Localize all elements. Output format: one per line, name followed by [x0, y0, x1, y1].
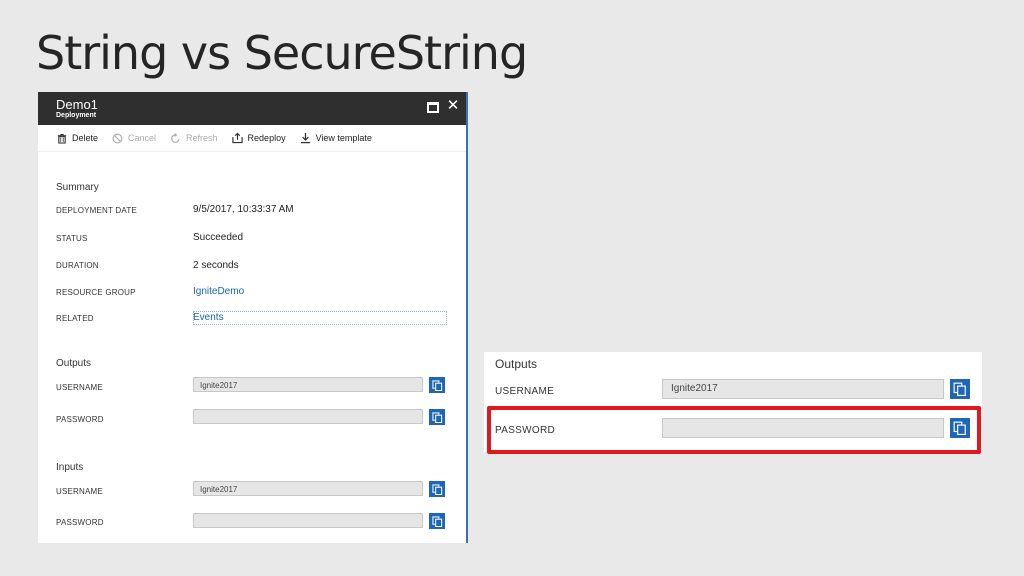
- cancel-icon: [112, 133, 123, 144]
- maximize-icon[interactable]: [427, 102, 439, 113]
- blade-header: Demo1 Deployment ✕: [38, 92, 466, 125]
- copy-icon: [431, 411, 442, 423]
- outputs-username-label: USERNAME: [56, 383, 103, 392]
- zoom-username-copy-button[interactable]: [950, 379, 970, 399]
- copy-icon: [953, 382, 966, 396]
- zoom-password-field[interactable]: [662, 418, 944, 438]
- deployment-blade: Demo1 Deployment ✕ Delete Cancel Refresh: [38, 92, 468, 543]
- inputs-username-label: USERNAME: [56, 487, 103, 496]
- outputs-password-copy-button[interactable]: [429, 409, 445, 425]
- resource-group-link[interactable]: IgniteDemo: [193, 286, 244, 297]
- inputs-password-copy-button[interactable]: [429, 513, 445, 529]
- duration-label: DURATION: [56, 261, 99, 270]
- zoom-username-field[interactable]: Ignite2017: [662, 379, 944, 399]
- trash-icon: [56, 133, 67, 144]
- refresh-icon: [170, 132, 181, 144]
- inputs-username-field[interactable]: Ignite2017: [193, 481, 423, 496]
- redeploy-button[interactable]: Redeploy: [231, 132, 286, 144]
- cancel-button[interactable]: Cancel: [112, 133, 156, 144]
- close-icon[interactable]: ✕: [446, 97, 460, 115]
- related-focus-box: [193, 311, 447, 325]
- zoom-username-label: USERNAME: [495, 386, 555, 397]
- inputs-heading: Inputs: [56, 462, 84, 473]
- deployment-date-value: 9/5/2017, 10:33:37 AM: [193, 204, 294, 215]
- delete-label: Delete: [72, 133, 99, 143]
- outputs-username-copy-button[interactable]: [429, 377, 445, 393]
- summary-heading: Summary: [56, 182, 99, 193]
- delete-button[interactable]: Delete: [56, 133, 98, 144]
- copy-icon: [431, 515, 442, 527]
- refresh-label: Refresh: [186, 133, 218, 143]
- copy-icon: [431, 379, 442, 391]
- download-icon: [300, 132, 311, 144]
- outputs-heading: Outputs: [56, 358, 92, 369]
- refresh-button[interactable]: Refresh: [170, 132, 218, 144]
- blade-subtitle: Deployment: [56, 112, 97, 119]
- resource-group-label: RESOURCE GROUP: [56, 288, 136, 297]
- copy-icon: [953, 421, 966, 435]
- zoom-password-label: PASSWORD: [495, 425, 555, 436]
- redeploy-label: Redeploy: [247, 133, 286, 143]
- blade-title: Demo1: [56, 97, 98, 112]
- inputs-username-copy-button[interactable]: [429, 481, 445, 497]
- zoom-outputs-heading: Outputs: [495, 357, 538, 371]
- slide-title: String vs SecureString: [36, 26, 528, 80]
- redeploy-icon: [231, 132, 243, 144]
- deployment-date-label: DEPLOYMENT DATE: [56, 206, 137, 215]
- view-template-label: View template: [315, 133, 372, 143]
- zoomed-outputs-panel: Outputs USERNAME Ignite2017 PASSWORD: [484, 352, 982, 452]
- duration-value: 2 seconds: [193, 260, 239, 271]
- copy-icon: [431, 483, 442, 495]
- outputs-password-field[interactable]: [193, 409, 423, 424]
- outputs-username-field[interactable]: Ignite2017: [193, 377, 423, 392]
- status-label: STATUS: [56, 234, 88, 243]
- events-link[interactable]: Events: [193, 312, 224, 323]
- outputs-password-label: PASSWORD: [56, 415, 104, 424]
- toolbar: Delete Cancel Refresh Redeploy View temp…: [38, 125, 466, 152]
- inputs-password-label: PASSWORD: [56, 518, 104, 527]
- cancel-label: Cancel: [128, 133, 157, 143]
- related-label: RELATED: [56, 314, 94, 323]
- status-value: Succeeded: [193, 232, 244, 243]
- view-template-button[interactable]: View template: [300, 132, 372, 144]
- zoom-password-copy-button[interactable]: [950, 418, 970, 438]
- inputs-password-field[interactable]: [193, 513, 423, 528]
